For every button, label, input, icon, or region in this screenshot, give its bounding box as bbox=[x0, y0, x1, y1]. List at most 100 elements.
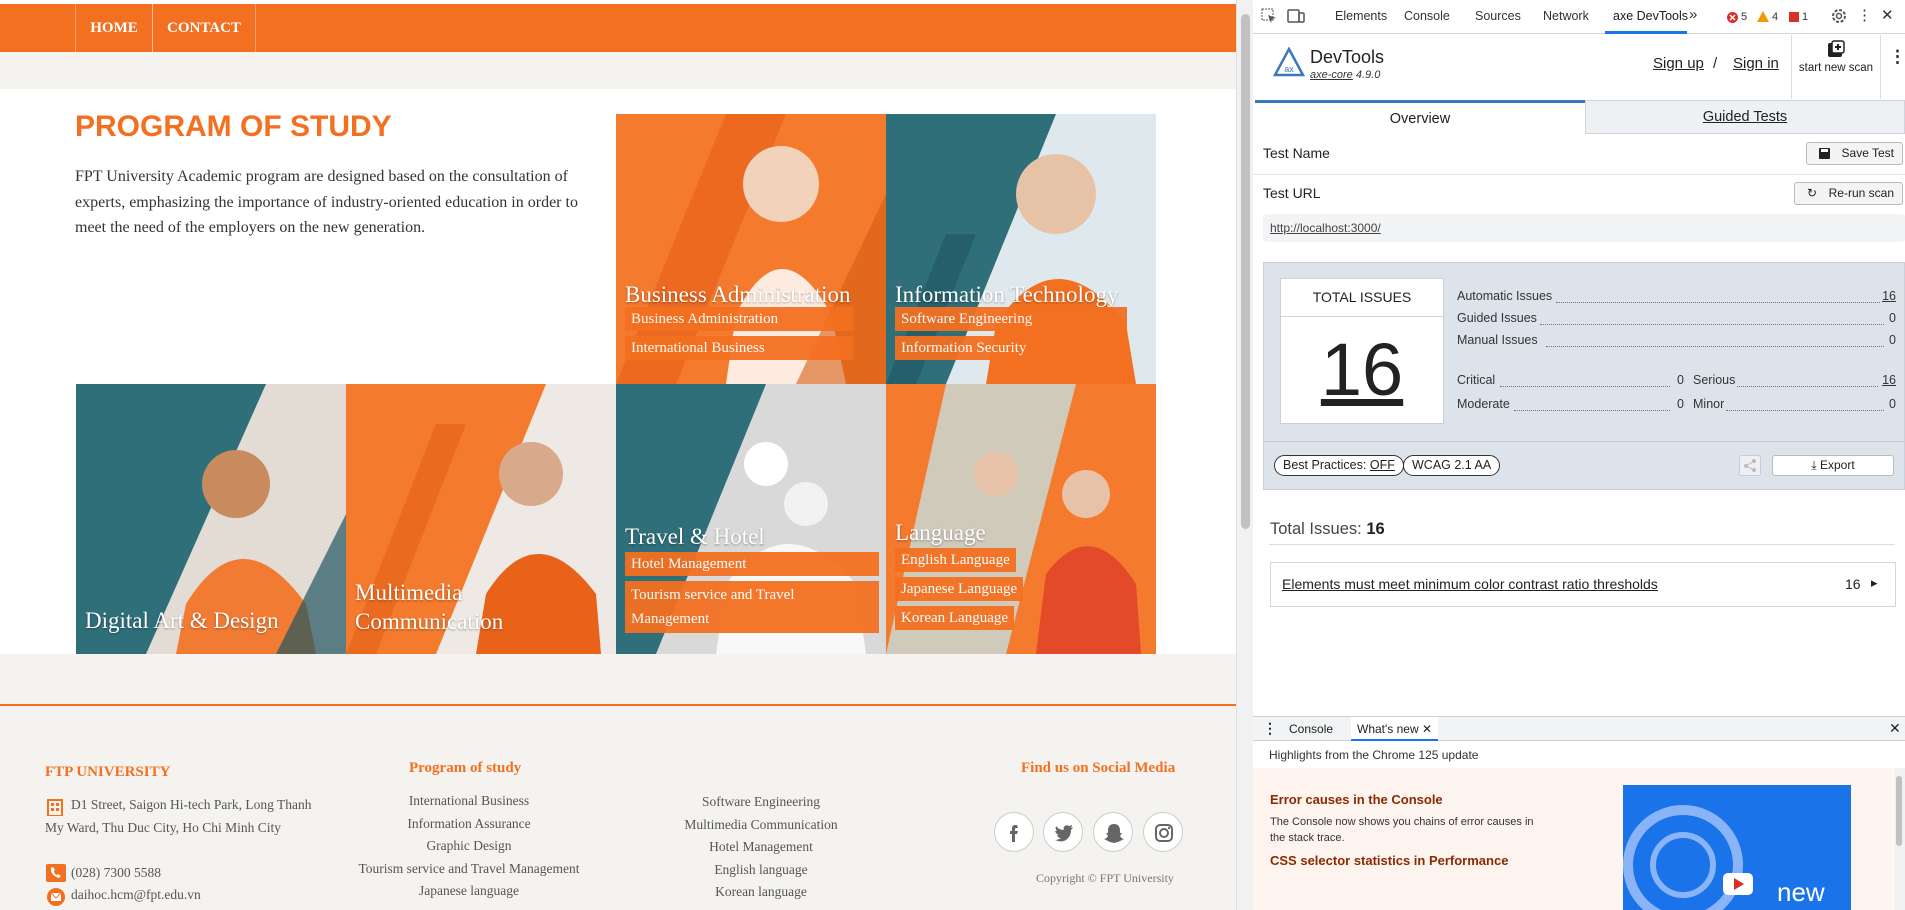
save-test-button[interactable]: Save Test bbox=[1806, 142, 1903, 165]
tab-axe-devtools[interactable]: axe DevTools bbox=[1613, 9, 1688, 23]
close-tab-icon[interactable]: ✕ bbox=[1422, 722, 1432, 736]
drawer-tab-whats-new[interactable]: What's new ✕ bbox=[1351, 717, 1439, 741]
tile-tag-link[interactable]: Information Security bbox=[895, 336, 1127, 360]
footer-program-link[interactable]: International Business bbox=[338, 790, 600, 813]
tile-digital-art-design[interactable]: Digital Art & Design bbox=[76, 384, 346, 654]
tab-network[interactable]: Network bbox=[1543, 9, 1589, 23]
issue-title[interactable]: Elements must meet minimum color contras… bbox=[1282, 576, 1658, 592]
best-practices-value: OFF bbox=[1369, 458, 1395, 472]
header-band bbox=[0, 52, 1236, 89]
footer-program-link[interactable]: Korean language bbox=[661, 881, 861, 904]
info-icon bbox=[1789, 12, 1799, 22]
tab-sources[interactable]: Sources bbox=[1475, 9, 1521, 23]
close-drawer-icon[interactable]: ✕ bbox=[1889, 720, 1901, 737]
tile-tag-link[interactable]: Japanese Language bbox=[895, 577, 1024, 601]
test-url-field[interactable]: http://localhost:3000/ bbox=[1263, 214, 1905, 242]
footer-program-link[interactable]: Graphic Design bbox=[338, 835, 600, 858]
sign-up-link[interactable]: Sign up bbox=[1653, 55, 1704, 72]
whats-new-item-title[interactable]: CSS selector statistics in Performance bbox=[1270, 853, 1508, 868]
rerun-scan-button[interactable]: ↻ Re-run scan bbox=[1794, 182, 1903, 205]
serious-count[interactable]: 16 bbox=[1880, 373, 1896, 387]
device-toolbar-icon[interactable] bbox=[1287, 8, 1305, 24]
tile-tag-link[interactable]: Business Administration bbox=[625, 307, 853, 331]
auth-separator: / bbox=[1713, 55, 1718, 72]
save-icon bbox=[1819, 148, 1830, 159]
tile-title: Multimedia Communication bbox=[355, 580, 504, 634]
tab-guided-tests[interactable]: Guided Tests bbox=[1585, 100, 1905, 134]
tile-tag-link[interactable]: Software Engineering bbox=[895, 307, 1127, 331]
wcag-level-selector[interactable]: WCAG 2.1 AA bbox=[1403, 455, 1501, 476]
settings-gear-icon[interactable] bbox=[1831, 8, 1847, 24]
twitter-icon[interactable] bbox=[1043, 812, 1083, 852]
tab-console[interactable]: Console bbox=[1404, 9, 1450, 23]
start-new-scan-button[interactable]: start new scan bbox=[1793, 35, 1879, 99]
instagram-icon[interactable] bbox=[1143, 812, 1183, 852]
footer-program-link[interactable]: English language bbox=[661, 859, 861, 882]
footer-program-link[interactable]: Information Assurance bbox=[338, 813, 600, 836]
whats-new-item-description: The Console now shows you chains of erro… bbox=[1270, 816, 1534, 844]
page-scrollbar[interactable] bbox=[1236, 0, 1253, 910]
footer-program-link[interactable]: Tourism service and Travel Management bbox=[338, 858, 600, 881]
scrollbar-thumb[interactable] bbox=[1241, 14, 1250, 529]
export-label: Export bbox=[1819, 458, 1855, 472]
axe-core-link[interactable]: axe-core bbox=[1310, 69, 1353, 81]
issue-list-item[interactable]: Elements must meet minimum color contras… bbox=[1270, 562, 1896, 607]
close-devtools-icon[interactable]: ✕ bbox=[1881, 6, 1894, 24]
nav-contact-link[interactable]: CONTACT bbox=[152, 4, 256, 52]
tile-tag-link[interactable]: Tourism service and Travel Management bbox=[625, 581, 879, 633]
sign-in-link[interactable]: Sign in bbox=[1733, 55, 1779, 72]
tab-elements[interactable]: Elements bbox=[1335, 9, 1387, 23]
share-icon[interactable] bbox=[1739, 455, 1761, 476]
leader-dots bbox=[1514, 410, 1670, 411]
tile-business-administration[interactable]: Business Administration Business Adminis… bbox=[616, 114, 886, 384]
more-tabs-icon[interactable]: » bbox=[1689, 6, 1697, 23]
test-url-value[interactable]: http://localhost:3000/ bbox=[1270, 221, 1381, 235]
footer-program-link[interactable]: Software Engineering bbox=[661, 791, 861, 814]
tile-information-technology[interactable]: Information Technology Software Engineer… bbox=[886, 114, 1156, 384]
footer-program-link[interactable]: Hotel Management bbox=[661, 836, 861, 859]
footer-program-link[interactable]: Japanese language bbox=[338, 880, 600, 903]
whats-new-video-thumbnail[interactable]: new bbox=[1623, 785, 1851, 910]
export-button[interactable]: ⤓ Export bbox=[1772, 455, 1894, 476]
nav-home-link[interactable]: HOME bbox=[75, 4, 153, 52]
drawer-scrollbar[interactable] bbox=[1894, 768, 1905, 910]
facebook-icon[interactable] bbox=[994, 812, 1034, 852]
tile-tag-link[interactable]: English Language bbox=[895, 548, 1016, 572]
inspect-element-icon[interactable] bbox=[1261, 8, 1277, 24]
guided-issues-count: 0 bbox=[1889, 311, 1896, 325]
footer-email[interactable]: daihoc.hcm@fpt.edu.vn bbox=[71, 884, 201, 907]
kebab-menu-icon[interactable]: ⋮ bbox=[1857, 6, 1872, 24]
minor-count: 0 bbox=[1889, 397, 1896, 411]
building-icon bbox=[47, 799, 63, 816]
drawer-tab-console[interactable]: Console bbox=[1289, 722, 1333, 736]
total-issues-count[interactable]: 16 bbox=[1281, 325, 1443, 415]
tile-language[interactable]: Language English Language Japanese Langu… bbox=[886, 384, 1156, 654]
tile-title: Information Technology bbox=[895, 282, 1119, 307]
tab-overview[interactable]: Overview bbox=[1255, 100, 1585, 134]
whats-new-item-title[interactable]: Error causes in the Console bbox=[1270, 792, 1443, 807]
divider bbox=[1253, 174, 1905, 175]
drawer-menu-icon[interactable]: ⋮ bbox=[1263, 720, 1277, 737]
tile-multimedia-communication[interactable]: Multimedia Communication bbox=[346, 384, 616, 654]
tile-tag-link[interactable]: International Business bbox=[625, 336, 853, 360]
moderate-label: Moderate bbox=[1457, 397, 1510, 411]
footer-program-link[interactable]: Multimedia Communication bbox=[661, 814, 861, 837]
footer-copyright: Copyright © FPT University bbox=[1036, 871, 1174, 885]
footer-social-heading: Find us on Social Media bbox=[1021, 760, 1176, 776]
error-count[interactable]: 5 bbox=[1741, 11, 1747, 23]
divider bbox=[1269, 544, 1895, 545]
info-count[interactable]: 1 bbox=[1802, 11, 1808, 23]
scrollbar-thumb[interactable] bbox=[1896, 776, 1902, 846]
program-description: FPT University Academic program are desi… bbox=[75, 168, 578, 236]
tile-travel-hotel[interactable]: Travel & Hotel Hotel Management Tourism … bbox=[616, 384, 886, 654]
save-test-label: Save Test bbox=[1841, 146, 1894, 160]
warning-count[interactable]: 4 bbox=[1772, 11, 1778, 23]
axe-menu-icon[interactable]: ⋮ bbox=[1889, 47, 1905, 67]
snapchat-icon[interactable] bbox=[1093, 812, 1133, 852]
footer-address: D1 Street, Saigon Hi-tech Park, Long Tha… bbox=[45, 797, 312, 835]
best-practices-toggle[interactable]: Best Practices: OFF bbox=[1274, 455, 1404, 476]
tile-tag-link[interactable]: Korean Language bbox=[895, 606, 1015, 630]
tile-tag-link[interactable]: Hotel Management bbox=[625, 552, 879, 576]
phone-icon bbox=[46, 864, 66, 882]
automatic-issues-count[interactable]: 16 bbox=[1880, 289, 1896, 303]
